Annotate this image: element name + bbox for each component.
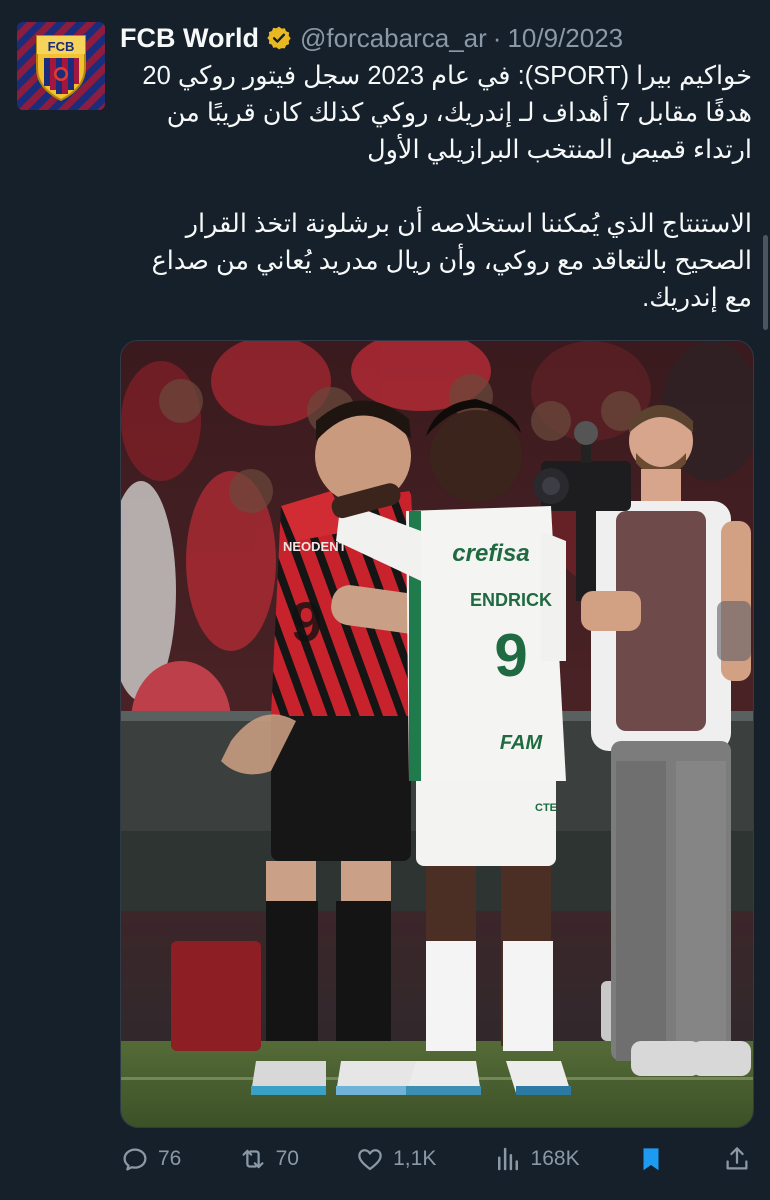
views-button[interactable]: 168K — [493, 1144, 580, 1174]
svg-text:CTE: CTE — [535, 802, 557, 814]
tweet-media-photo[interactable]: NEODENT 9 crefisa ENDRICK 9 FAM CTE — [120, 340, 754, 1128]
like-count: 1,1K — [393, 1147, 437, 1170]
reply-count: 76 — [158, 1147, 182, 1170]
bookmark-icon — [643, 1148, 659, 1171]
display-name[interactable]: FCB World — [120, 23, 259, 54]
scrollbar[interactable] — [763, 235, 768, 330]
reply-icon — [123, 1148, 147, 1171]
header-separator: · — [492, 22, 502, 53]
svg-text:9: 9 — [291, 590, 322, 653]
share-button[interactable] — [722, 1144, 752, 1174]
svg-text:9: 9 — [494, 622, 527, 689]
svg-text:FCB: FCB — [48, 39, 75, 54]
tweet-paragraph-2: الاستنتاج الذي يُمكننا استخلاصه أن برشلو… — [151, 210, 752, 312]
share-icon — [726, 1147, 748, 1170]
svg-text:FAM: FAM — [500, 732, 544, 754]
tweet-header: FCB World @forcabarca_ar · 10/9/2023 — [120, 20, 623, 56]
svg-text:crefisa: crefisa — [452, 540, 529, 567]
tweet-paragraph-1: خواكيم بيرا (SPORT): في عام 2023 سجل فيت… — [142, 62, 752, 164]
football-players-embrace-illustration: NEODENT 9 crefisa ENDRICK 9 FAM CTE — [121, 341, 753, 1127]
reply-button[interactable]: 76 — [120, 1144, 181, 1174]
views-chart-icon — [497, 1147, 518, 1171]
retweet-count: 70 — [275, 1147, 299, 1170]
fcb-world-logo: FCB — [17, 22, 105, 110]
verified-badge-icon[interactable] — [266, 25, 292, 51]
retweet-icon — [242, 1149, 264, 1169]
tweet-action-bar: 76 70 1,1K 168K — [120, 1138, 752, 1180]
heart-icon — [358, 1149, 382, 1171]
svg-text:ENDRICK: ENDRICK — [470, 590, 552, 610]
user-handle[interactable]: @forcabarca_ar — [300, 23, 487, 54]
avatar[interactable]: FCB — [17, 22, 105, 110]
views-count: 168K — [530, 1147, 580, 1170]
like-button[interactable]: 1,1K — [355, 1144, 436, 1174]
retweet-button[interactable]: 70 — [238, 1144, 299, 1174]
tweet-card[interactable]: FCB FCB World @forcabarca_ar · 10/9/2023 — [0, 0, 770, 1200]
tweet-text: خواكيم بيرا (SPORT): في عام 2023 سجل فيت… — [120, 58, 752, 317]
bookmark-button[interactable] — [636, 1144, 666, 1174]
tweet-date[interactable]: 10/9/2023 — [507, 23, 623, 54]
